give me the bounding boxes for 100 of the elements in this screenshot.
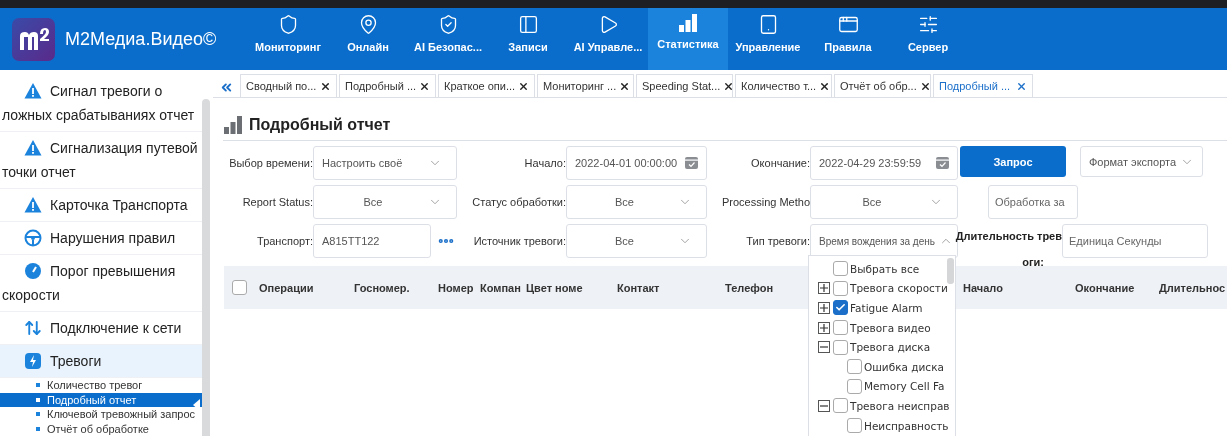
panel-icon xyxy=(517,14,539,35)
tab[interactable]: Speeding Stat... xyxy=(636,74,733,97)
nav-item[interactable]: Мониторинг xyxy=(248,8,328,70)
close-icon[interactable] xyxy=(518,80,530,92)
tree-item-label[interactable]: Memory Cell Fa xyxy=(864,380,945,393)
expand-icon[interactable] xyxy=(818,282,830,295)
column-header: Длительнос xyxy=(1159,281,1226,294)
tree-item-label[interactable]: Тревога диска xyxy=(850,341,931,354)
nav-item[interactable]: AI Управле... xyxy=(568,8,648,70)
column-header: Операции xyxy=(259,281,314,294)
field-label: Processing Metho xyxy=(720,195,810,210)
vehicle-field[interactable]: A815TT122 xyxy=(313,224,431,258)
input-field[interactable]: Обработка за xyxy=(988,185,1078,219)
tab[interactable]: Подробный ... xyxy=(933,74,1033,97)
field-label: Report Status: xyxy=(241,195,313,210)
window-icon xyxy=(837,14,859,35)
tab[interactable]: Подробный ... xyxy=(339,74,436,97)
close-icon[interactable] xyxy=(723,80,735,92)
scrollbar[interactable] xyxy=(202,99,210,436)
calendar-icon xyxy=(936,157,949,169)
page-title: Подробный отчет xyxy=(249,116,391,134)
select-field[interactable]: Все xyxy=(810,185,958,219)
tree-item-label[interactable]: Тревога неисправ xyxy=(850,399,950,412)
checkbox[interactable] xyxy=(833,261,848,277)
scrollbar[interactable] xyxy=(947,258,954,284)
expand-icon[interactable] xyxy=(818,302,830,314)
date-field[interactable]: 2022-04-01 00:00:00 xyxy=(566,146,707,180)
warning-icon xyxy=(24,138,42,157)
column-header: Номер xyxy=(438,281,474,294)
tree-item-label[interactable]: Ошибка диска xyxy=(864,360,944,373)
gauge-icon xyxy=(24,261,42,280)
checkbox[interactable] xyxy=(232,280,247,295)
checkbox[interactable] xyxy=(833,300,848,316)
checkbox[interactable] xyxy=(833,280,848,296)
collapse-icon[interactable] xyxy=(818,341,830,354)
select-field[interactable]: Все xyxy=(566,224,707,258)
tab[interactable]: Краткое опи... xyxy=(438,74,535,97)
field-label: Статус обработки: xyxy=(471,195,566,210)
tab[interactable]: Отчёт об обр... xyxy=(834,74,931,97)
nav-item[interactable]: Статистика xyxy=(648,8,728,70)
close-icon[interactable] xyxy=(819,80,831,92)
column-header: Госномер. xyxy=(354,281,410,294)
nav-item[interactable]: Сервер xyxy=(888,8,968,70)
export-button[interactable]: Формат экспорта xyxy=(1080,146,1203,177)
select-field[interactable]: Настроить своё xyxy=(313,146,457,180)
field-label: Транспорт: xyxy=(256,234,313,249)
bullet-icon xyxy=(36,426,40,431)
nav-item[interactable]: Онлайн xyxy=(328,8,408,70)
signal-bars-icon xyxy=(223,116,243,134)
nav-item[interactable]: Управление xyxy=(728,8,808,70)
field-label: Окончание: xyxy=(750,156,810,171)
close-icon[interactable] xyxy=(419,80,431,92)
field-label: Источник тревоги: xyxy=(472,234,566,249)
close-icon[interactable] xyxy=(619,80,631,92)
checkbox[interactable] xyxy=(847,359,862,375)
field-label: Тип тревоги: xyxy=(745,234,810,249)
select-field[interactable]: Все xyxy=(313,185,457,219)
bar-chart-icon xyxy=(678,14,698,32)
field-label: Выбор времени: xyxy=(228,156,313,171)
column-header: Телефон xyxy=(725,281,774,294)
close-icon[interactable] xyxy=(919,80,931,92)
tree-item-label[interactable]: Тревога видео xyxy=(850,321,931,334)
tree-item-label[interactable]: Тревога скорости xyxy=(850,282,948,295)
input-field[interactable]: Единица Секунды xyxy=(1062,224,1208,258)
steering-wheel-icon xyxy=(24,228,42,247)
nav-item[interactable]: Правила xyxy=(808,8,888,70)
column-header: Окончание xyxy=(1075,281,1135,294)
calendar-icon xyxy=(685,157,698,169)
arrows-icon xyxy=(24,318,42,337)
column-header: Контакт xyxy=(617,281,660,294)
tab[interactable]: Количество т... xyxy=(735,74,832,97)
checkbox[interactable] xyxy=(833,339,848,355)
close-icon[interactable] xyxy=(320,80,331,92)
expand-icon[interactable] xyxy=(818,321,830,334)
select-field[interactable]: Все xyxy=(566,185,707,219)
date-field[interactable]: 2022-04-29 23:59:59 xyxy=(810,146,958,180)
bullet-icon xyxy=(36,412,40,417)
alarm-icon xyxy=(24,351,42,370)
column-header: Цвет номе xyxy=(526,281,583,294)
checkbox[interactable] xyxy=(833,320,848,336)
tab[interactable]: Мониторинг ... xyxy=(537,74,634,97)
logo-icon xyxy=(12,17,55,61)
sidebar-item[interactable]: Тревоги xyxy=(0,345,202,378)
checkbox[interactable] xyxy=(847,378,862,394)
warning-icon xyxy=(24,81,42,100)
column-header: Компан xyxy=(480,281,521,294)
nav-item[interactable]: Записи xyxy=(488,8,568,70)
tree-item-label[interactable]: Fatigue Alarm xyxy=(850,302,923,314)
tree-item-label[interactable]: Неисправность xyxy=(864,419,949,432)
tab[interactable]: Сводный по... xyxy=(240,74,337,97)
bullet-icon xyxy=(36,397,40,402)
column-header: Начало xyxy=(963,281,1003,294)
field-label: Длительность трев xyxy=(955,229,1062,244)
collapse-icon[interactable] xyxy=(818,399,830,412)
query-button[interactable]: Запрос xyxy=(960,146,1066,177)
checkbox[interactable] xyxy=(847,418,862,434)
sliders-icon xyxy=(917,14,939,35)
tree-item-label[interactable]: Выбрать все xyxy=(850,262,920,275)
nav-item[interactable]: AI Безопас... xyxy=(408,8,488,70)
checkbox[interactable] xyxy=(833,398,848,414)
